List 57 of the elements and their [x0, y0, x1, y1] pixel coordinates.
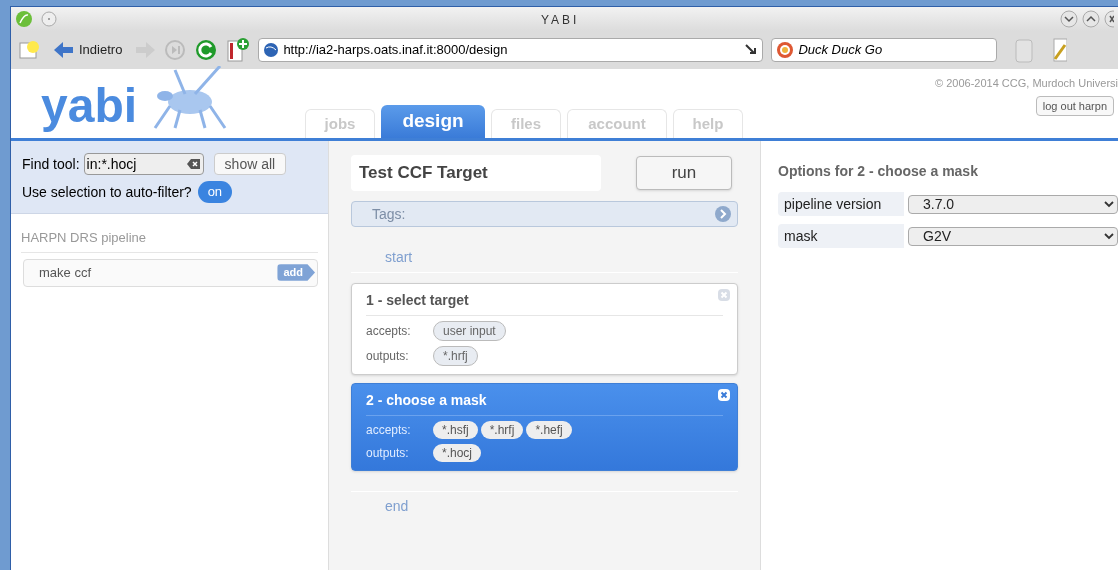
option-label: mask	[778, 224, 904, 248]
logo: yabi	[41, 82, 138, 130]
dropdown-caret-icon	[1104, 200, 1114, 208]
tool-item[interactable]: make ccf add	[23, 258, 318, 287]
minimize-icon[interactable]	[1060, 10, 1078, 28]
add-page-icon[interactable]	[226, 37, 251, 63]
url-text: http://ia2-harps.oats.inaf.it:8000/design	[283, 41, 508, 60]
search-engine-text: Duck Duck Go	[798, 41, 883, 60]
pencil-icon[interactable]	[1051, 37, 1068, 63]
url-field[interactable]: http://ia2-harps.oats.inaf.it:8000/design	[258, 38, 764, 62]
tool-group-title: HARPN DRS pipeline	[21, 228, 318, 253]
chevron-circle-icon[interactable]	[715, 206, 731, 222]
copyright-text: © 2006-2014 CCG, Murdoch Universi	[935, 76, 1118, 91]
port-label: accepts:	[366, 422, 412, 439]
dropdown-caret-icon	[1104, 232, 1114, 240]
back-button[interactable]: Indietro	[49, 40, 127, 60]
file-type-tag: *.hsfj	[433, 421, 478, 439]
go-arrow-icon[interactable]	[744, 43, 759, 57]
port-label: outputs:	[366, 348, 410, 365]
find-tool-value: in:*.hocj	[86, 154, 137, 174]
workflow-name: Test CCF Target	[359, 162, 488, 185]
file-type-tag: *.hocj	[433, 444, 482, 462]
close-icon[interactable]	[717, 388, 731, 402]
option-value: 3.7.0	[923, 194, 956, 214]
file-type-tag: *.hefj	[526, 421, 572, 439]
find-tool-label: Find tool:	[22, 154, 80, 174]
option-label: pipeline version	[778, 192, 904, 216]
options-title: Options for 2 - choose a mask	[778, 162, 979, 181]
clear-icon[interactable]	[186, 158, 201, 170]
run-button[interactable]: run	[636, 156, 732, 190]
auto-filter-toggle[interactable]: on	[197, 181, 233, 203]
logout-button[interactable]: log out harpn	[1035, 95, 1114, 116]
option-value: G2V	[923, 226, 952, 246]
file-type-tag: *.hrfj	[433, 346, 478, 366]
file-type-tag: user input	[433, 321, 506, 341]
auto-filter-label: Use selection to auto-filter?	[22, 182, 192, 202]
show-all-button[interactable]: show all	[213, 153, 287, 175]
end-label: end	[351, 491, 738, 517]
search-field[interactable]: Duck Duck Go	[771, 38, 998, 62]
maximize-icon[interactable]	[1082, 10, 1100, 28]
option-select[interactable]: 3.7.0	[908, 194, 1118, 214]
reload-icon[interactable]	[194, 38, 219, 62]
menu-circle-icon[interactable]	[41, 11, 57, 27]
tool-name: make ccf	[39, 263, 92, 282]
port-label: accepts:	[366, 323, 412, 340]
back-arrow-icon	[53, 41, 75, 59]
port-label: outputs:	[366, 445, 410, 462]
start-label: start	[351, 247, 738, 273]
workflow-name-field[interactable]: Test CCF Target	[351, 155, 601, 191]
find-tool-field[interactable]: in:*.hocj	[83, 153, 204, 175]
file-type-tag: *.hrfj	[480, 421, 524, 439]
option-select[interactable]: G2V	[908, 226, 1118, 246]
close-icon[interactable]	[1104, 10, 1114, 28]
skip-icon[interactable]	[164, 39, 187, 61]
workflow-step-card[interactable]: 2 - choose a mask accepts: *.hsfj *.hrfj *.hefj outputs: *.hocj	[351, 383, 738, 471]
workflow-step-card[interactable]: 1 - select target accepts: user input outputs: *.hrfj	[351, 283, 738, 375]
window-title: YABI	[541, 12, 580, 29]
